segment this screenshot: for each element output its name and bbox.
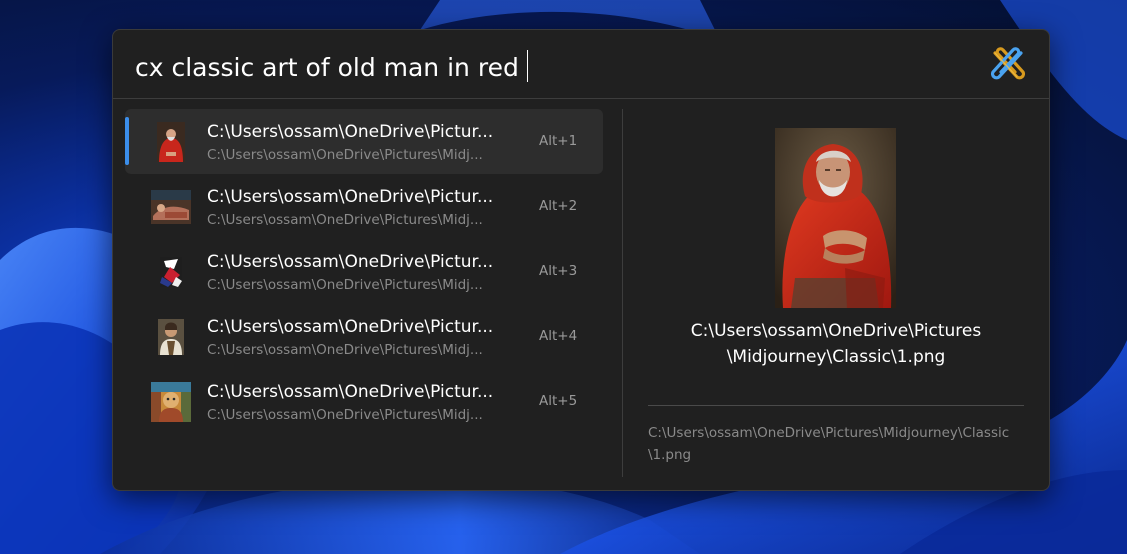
result-item-3[interactable]: C:\Users\ossam\OneDrive\Pictur... C:\Use… bbox=[125, 239, 603, 304]
preview-title: C:\Users\ossam\OneDrive\Pictures \Midjou… bbox=[643, 318, 1029, 370]
search-query-text: cx classic art of old man in red bbox=[135, 53, 519, 82]
preview-title-line-1: C:\Users\ossam\OneDrive\Pictures bbox=[690, 321, 982, 341]
result-title: C:\Users\ossam\OneDrive\Pictur... bbox=[207, 187, 494, 207]
result-path: C:\Users\ossam\OneDrive\Pictures\Midj... bbox=[207, 407, 483, 423]
preview-path-line-2: \1.png bbox=[648, 447, 692, 463]
old-man-red-robe-thumbnail bbox=[151, 122, 191, 162]
preview-path-line-1: C:\Users\ossam\OneDrive\Pictures\Midjour… bbox=[648, 425, 1010, 441]
result-path: C:\Users\ossam\OneDrive\Pictures\Midj... bbox=[207, 147, 483, 163]
abstract-figure-thumbnail bbox=[151, 252, 191, 292]
result-item-4[interactable]: C:\Users\ossam\OneDrive\Pictur... C:\Use… bbox=[125, 304, 603, 369]
preview-separator bbox=[648, 405, 1024, 406]
text-caret bbox=[526, 50, 529, 82]
portrait-thumbnail bbox=[151, 317, 191, 357]
result-item-5[interactable]: C:\Users\ossam\OneDrive\Pictur... C:\Use… bbox=[125, 369, 603, 434]
preview-title-line-2: \Midjourney\Classic\1.png bbox=[726, 347, 946, 367]
result-shortcut: Alt+2 bbox=[539, 198, 578, 214]
result-title: C:\Users\ossam\OneDrive\Pictur... bbox=[207, 382, 494, 402]
result-shortcut: Alt+1 bbox=[539, 133, 578, 149]
old-man-red-robe-preview[interactable] bbox=[775, 128, 896, 308]
search-bar[interactable]: cx classic art of old man in red bbox=[113, 30, 1049, 99]
preview-path: C:\Users\ossam\OneDrive\Pictures\Midjour… bbox=[648, 422, 1024, 466]
result-title: C:\Users\ossam\OneDrive\Pictur... bbox=[207, 122, 494, 142]
paperclip-cross-logo-icon[interactable] bbox=[987, 43, 1029, 85]
results-list: C:\Users\ossam\OneDrive\Pictur... C:\Use… bbox=[125, 109, 603, 434]
preview-pane: C:\Users\ossam\OneDrive\Pictures \Midjou… bbox=[623, 98, 1049, 490]
result-title: C:\Users\ossam\OneDrive\Pictur... bbox=[207, 252, 494, 272]
result-shortcut: Alt+5 bbox=[539, 393, 578, 409]
result-item-1[interactable]: C:\Users\ossam\OneDrive\Pictur... C:\Use… bbox=[125, 109, 603, 174]
result-path: C:\Users\ossam\OneDrive\Pictures\Midj... bbox=[207, 212, 483, 228]
selection-indicator bbox=[125, 117, 129, 165]
result-shortcut: Alt+4 bbox=[539, 328, 578, 344]
result-path: C:\Users\ossam\OneDrive\Pictures\Midj... bbox=[207, 277, 483, 293]
result-title: C:\Users\ossam\OneDrive\Pictur... bbox=[207, 317, 494, 337]
result-item-2[interactable]: C:\Users\ossam\OneDrive\Pictur... C:\Use… bbox=[125, 174, 603, 239]
result-shortcut: Alt+3 bbox=[539, 263, 578, 279]
result-path: C:\Users\ossam\OneDrive\Pictures\Midj... bbox=[207, 342, 483, 358]
search-launcher-window: cx classic art of old man in red C:\User… bbox=[112, 29, 1050, 491]
colorful-portrait-thumbnail bbox=[151, 382, 191, 422]
search-input[interactable]: cx classic art of old man in red bbox=[135, 50, 529, 82]
reclining-figure-thumbnail bbox=[151, 187, 191, 227]
